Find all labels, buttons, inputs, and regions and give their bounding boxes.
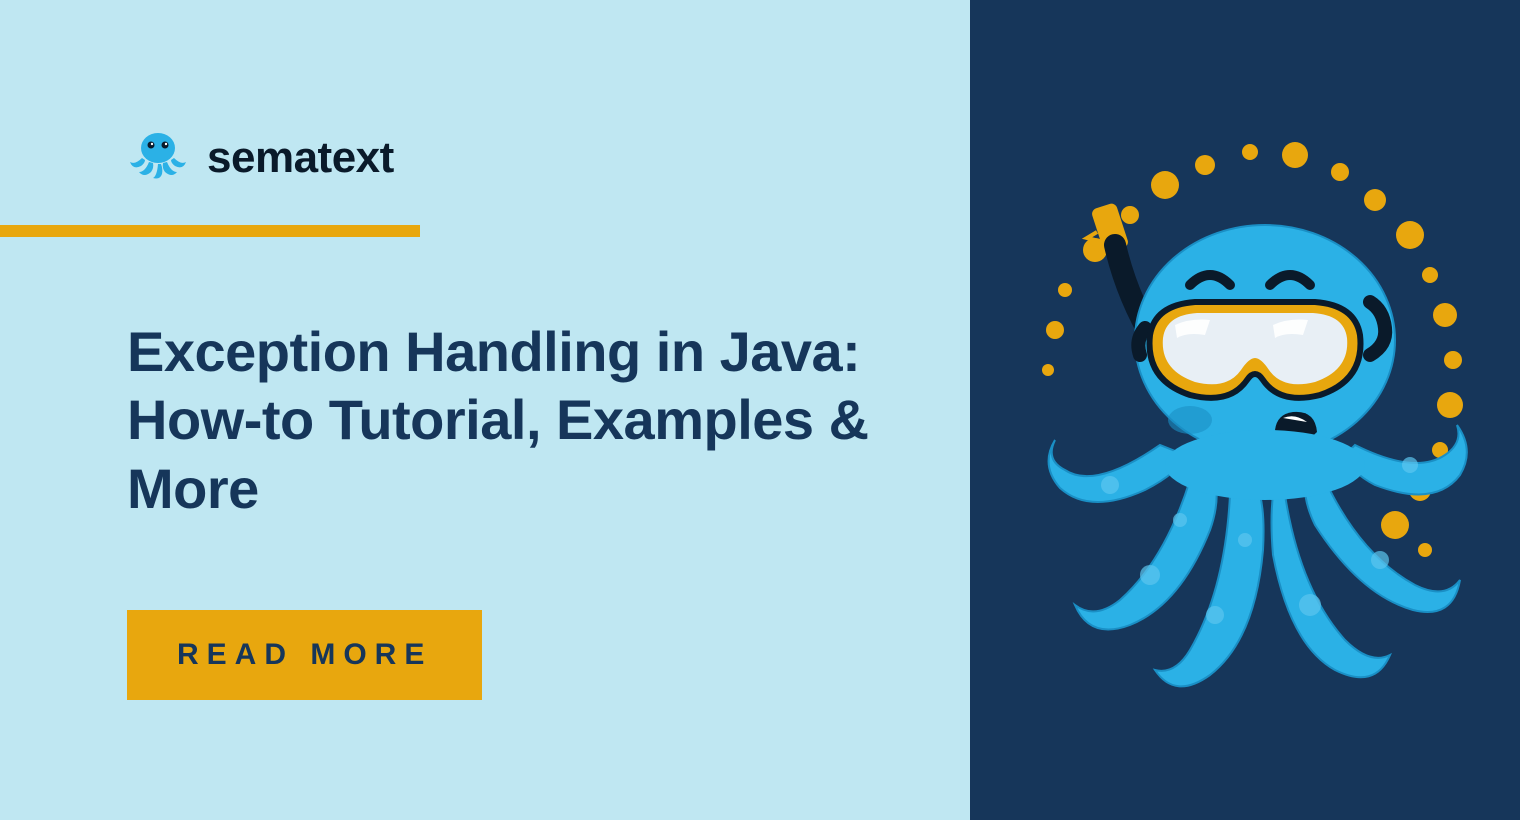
accent-underline bbox=[0, 225, 420, 237]
brand-name: sematext bbox=[207, 133, 394, 183]
page-title: Exception Handling in Java: How-to Tutor… bbox=[127, 318, 897, 523]
octopus-mascot-illustration bbox=[1015, 110, 1475, 710]
octopus-logo-icon bbox=[127, 130, 189, 185]
read-more-button[interactable]: READ MORE bbox=[127, 610, 482, 700]
banner-container: sematext Exception Handling in Java: How… bbox=[0, 0, 1520, 820]
brand-logo: sematext bbox=[127, 130, 394, 185]
right-panel bbox=[970, 0, 1520, 820]
left-panel: sematext Exception Handling in Java: How… bbox=[0, 0, 970, 820]
